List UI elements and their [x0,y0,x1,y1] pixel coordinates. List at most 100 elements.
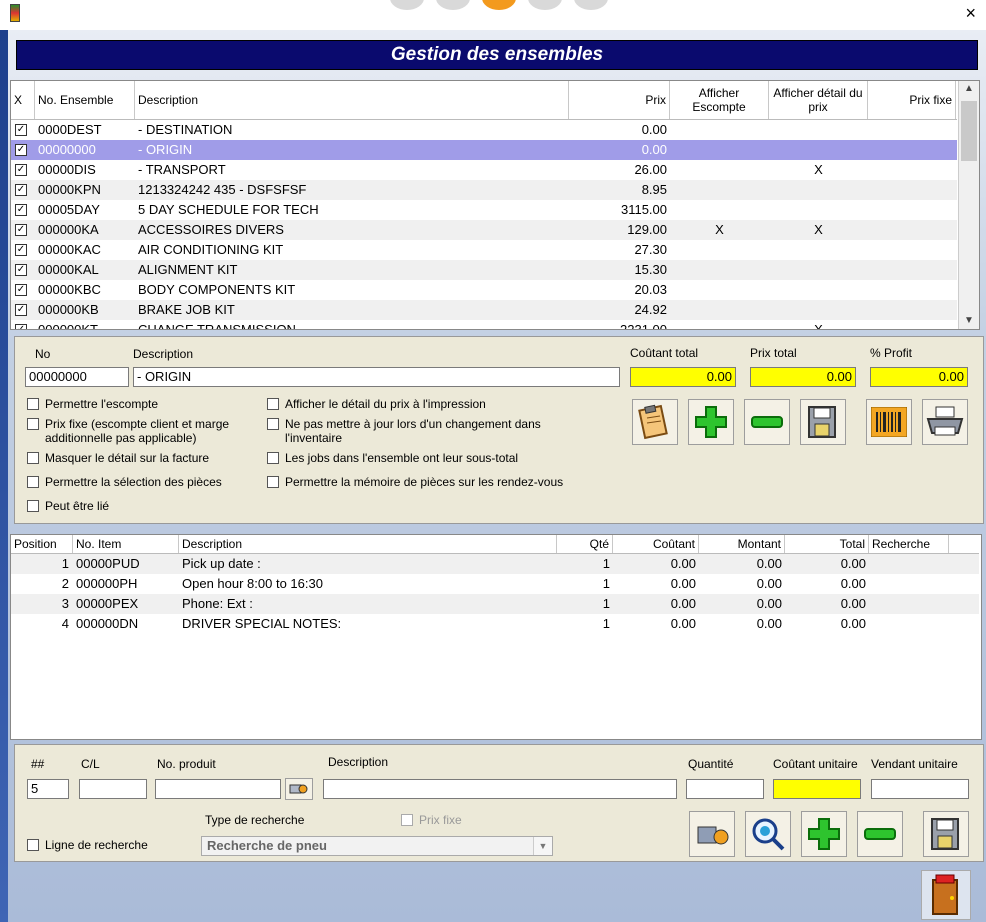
search-button[interactable] [745,811,791,857]
table-row[interactable]: ✓ 000000KT CHANGE TRANSMISSION 2231.00 X [11,320,957,329]
table-row[interactable]: ✓ 00000KAC AIR CONDITIONING KIT 27.30 [11,240,957,260]
coutant-total-label: Coûtant total [630,346,699,360]
cell-escompte [670,320,769,329]
checkbox-afficher-detail[interactable]: Afficher le détail du prix à l'impressio… [267,397,607,413]
row-checkbox[interactable]: ✓ [15,184,27,196]
checkbox-prix-fixe-recherche[interactable]: Prix fixe [401,813,481,827]
checkbox-selection-pieces[interactable]: Permettre la sélection des pièces [27,475,267,491]
table-row[interactable]: 1 00000PUD Pick up date : 1 0.00 0.00 0.00 [11,554,979,574]
column-header-escompte[interactable]: Afficher Escompte [670,81,769,119]
table-row[interactable]: ✓ 000000KB BRAKE JOB KIT 24.92 [11,300,957,320]
column-header-prix[interactable]: Prix [569,81,670,119]
checkbox-ligne-recherche[interactable]: Ligne de recherche [27,838,187,852]
vendant-unitaire-field[interactable] [871,779,969,799]
lookup-product-button[interactable] [285,778,313,800]
remove-button[interactable] [744,399,790,445]
profit-field[interactable]: 0.00 [870,367,968,387]
lookup-button[interactable] [689,811,735,857]
cell-prix: 15.30 [634,262,667,277]
coutant-total-field[interactable]: 0.00 [630,367,736,387]
table-row[interactable]: ✓ 00000DIS - TRANSPORT 26.00 X [11,160,957,180]
scroll-up-icon[interactable]: ▲ [959,81,979,97]
cell-item: 000000PH [76,576,138,591]
column-header-no[interactable]: No. Ensemble [35,81,135,119]
checkbox-memoire-pieces[interactable]: Permettre la mémoire de pièces sur les r… [267,475,607,491]
scroll-thumb[interactable] [961,101,977,161]
vertical-scrollbar[interactable]: ▲ ▼ [958,81,979,329]
cell-escompte [670,160,769,180]
exit-button[interactable] [921,870,971,920]
row-checkbox[interactable]: ✓ [15,144,27,156]
table-row[interactable]: ✓ 00000KBC BODY COMPONENTS KIT 20.03 [11,280,957,300]
table-row[interactable]: ✓ 000000KA ACCESSOIRES DIVERS 129.00 X X [11,220,957,240]
column-header-item[interactable]: No. Item [73,535,179,553]
minus-icon [864,828,896,840]
checkbox-masquer-detail[interactable]: Masquer le détail sur la facture [27,451,267,467]
close-icon[interactable]: × [965,3,976,23]
column-header-montant[interactable]: Montant [699,535,785,553]
cell-detail [769,300,868,320]
no-produit-field[interactable] [155,779,281,799]
row-checkbox[interactable]: ✓ [15,164,27,176]
remove-item-button[interactable] [857,811,903,857]
type-recherche-select[interactable]: Recherche de pneu ▼ [201,836,553,856]
column-header-coutant[interactable]: Coûtant [613,535,699,553]
quantite-label: Quantité [688,757,734,771]
description-field[interactable] [323,779,677,799]
column-header-description[interactable]: Description [179,535,557,553]
type-recherche-label: Type de recherche [205,813,305,827]
scroll-down-icon[interactable]: ▼ [959,313,979,329]
checkbox-ne-pas-mettre-a-jour[interactable]: Ne pas mettre à jour lors d'un changemen… [267,417,607,447]
column-header-position[interactable]: Position [11,535,73,553]
table-row[interactable]: ✓ 00000KPN 1213324242 435 - DSFSFSF 8.95 [11,180,957,200]
table-row[interactable]: ✓ 0000DEST - DESTINATION 0.00 [11,120,957,140]
description-field[interactable]: - ORIGIN [133,367,620,387]
save-button[interactable] [800,399,846,445]
coutant-unitaire-field[interactable] [773,779,861,799]
column-header-recherche[interactable]: Recherche [869,535,949,553]
table-row[interactable]: ✓ 00000KAL ALIGNMENT KIT 15.30 [11,260,957,280]
ensemble-detail-panel: No Description Coûtant total Prix total … [14,336,984,524]
table-row[interactable]: 2 000000PH Open hour 8:00 to 16:30 1 0.00 0.0… [11,574,979,594]
prix-total-field[interactable]: 0.00 [750,367,856,387]
num-field[interactable]: 5 [27,779,69,799]
table-row[interactable]: ✓ 00005DAY 5 DAY SCHEDULE FOR TECH 3115.00 [11,200,957,220]
print-button[interactable] [922,399,968,445]
row-checkbox[interactable]: ✓ [15,124,27,136]
cell-no: 00000KBC [38,282,101,297]
cell-description: 1213324242 435 - DSFSFSF [138,182,307,197]
column-header-description[interactable]: Description [135,81,569,119]
checkbox-peut-etre-lie[interactable]: Peut être lié [27,499,267,515]
checkbox-prix-fixe[interactable]: Prix fixe (escompte client et marge addi… [27,417,267,447]
row-checkbox[interactable]: ✓ [15,224,27,236]
cell-description: Phone: Ext : [182,596,253,611]
cl-field[interactable] [79,779,147,799]
table-row[interactable]: 3 00000PEX Phone: Ext : 1 0.00 0.00 0.00 [11,594,979,614]
no-field[interactable]: 00000000 [25,367,129,387]
column-header-qte[interactable]: Qté [557,535,613,553]
column-header-detail[interactable]: Afficher détail du prix [769,81,868,119]
quantite-field[interactable] [686,779,764,799]
row-checkbox[interactable]: ✓ [15,284,27,296]
table-row[interactable]: 4 000000DN DRIVER SPECIAL NOTES: 1 0.00 0.00 0… [11,614,979,634]
row-checkbox[interactable]: ✓ [15,304,27,316]
clipboard-button[interactable] [632,399,678,445]
cell-prix-fixe [868,180,956,200]
add-item-button[interactable] [801,811,847,857]
row-checkbox[interactable]: ✓ [15,204,27,216]
page-title: Gestion des ensembles [16,40,978,70]
cell-escompte [670,280,769,300]
column-header-x[interactable]: X [11,81,35,119]
row-checkbox[interactable]: ✓ [15,264,27,276]
row-checkbox[interactable]: ✓ [15,244,27,256]
checkbox-sous-total[interactable]: Les jobs dans l'ensemble ont leur sous-t… [267,451,607,467]
column-header-prix-fixe[interactable]: Prix fixe [868,81,956,119]
barcode-button[interactable] [866,399,912,445]
add-button[interactable] [688,399,734,445]
table-row[interactable]: ✓ 00000000 - ORIGIN 0.00 [11,140,957,160]
save-item-button[interactable] [923,811,969,857]
row-checkbox[interactable]: ✓ [15,324,27,329]
cell-total: 0.00 [840,556,866,571]
checkbox-escompte[interactable]: Permettre l'escompte [27,397,267,413]
column-header-total[interactable]: Total [785,535,869,553]
